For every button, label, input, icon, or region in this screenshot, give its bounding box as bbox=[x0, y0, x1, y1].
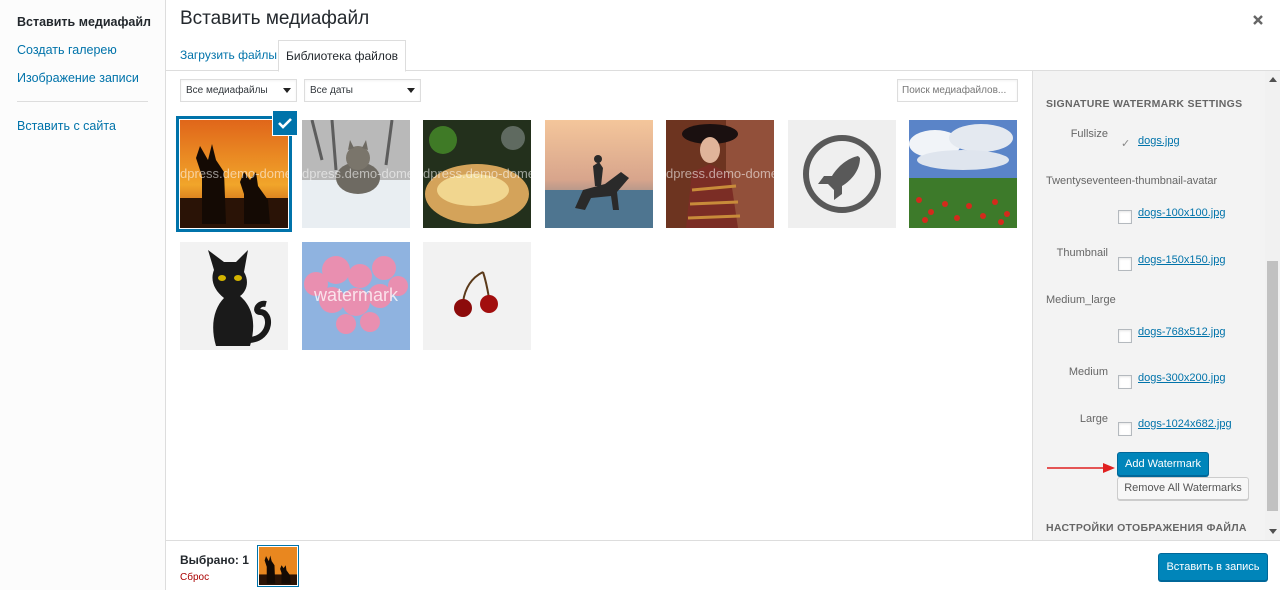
filter-type-select[interactable]: Все медиафайлы bbox=[180, 79, 297, 102]
attachment-blossoms[interactable]: watermark bbox=[302, 242, 410, 350]
dogs-sunset-image bbox=[180, 120, 288, 228]
cherry-icon bbox=[423, 242, 531, 350]
size-label-medium-large: Medium_large bbox=[1046, 294, 1116, 306]
sidebar-scrollbar[interactable] bbox=[1265, 71, 1280, 540]
attachment-cherries[interactable] bbox=[423, 242, 531, 350]
remove-all-watermarks-button[interactable]: Remove All Watermarks bbox=[1117, 477, 1249, 500]
cat-snow-image bbox=[302, 120, 410, 228]
attachment-black-cat[interactable] bbox=[180, 242, 288, 350]
menu-item-insert-from-url[interactable]: Вставить с сайта bbox=[0, 112, 165, 140]
file-link-avatar[interactable]: dogs-100x100.jpg bbox=[1138, 207, 1225, 219]
file-link-medium[interactable]: dogs-300x200.jpg bbox=[1138, 372, 1225, 384]
attachment-woman[interactable]: dpress.demo-dome bbox=[666, 120, 774, 228]
file-link-thumbnail[interactable]: dogs-150x150.jpg bbox=[1138, 254, 1225, 266]
tab-media-library[interactable]: Библиотека файлов bbox=[278, 40, 407, 72]
size-checkbox-medium[interactable] bbox=[1118, 375, 1132, 389]
search-placeholder: Поиск медиафайлов... bbox=[902, 85, 1007, 96]
selection-count: Выбрано: 1 bbox=[180, 553, 249, 567]
media-menu: Вставить медиафайл Создать галерею Изобр… bbox=[0, 0, 166, 590]
size-label-thumbnail: Thumbnail bbox=[1056, 247, 1108, 259]
search-input[interactable]: Поиск медиафайлов... bbox=[897, 79, 1018, 102]
attachment-dogs[interactable]: dpress.demo-dome bbox=[180, 120, 288, 228]
dogs-mini-image bbox=[259, 547, 297, 585]
size-label-fullsize: Fullsize bbox=[1070, 128, 1108, 140]
selected-check-icon[interactable] bbox=[273, 111, 297, 135]
menu-item-insert-media[interactable]: Вставить медиафайл bbox=[0, 8, 165, 36]
filter-date-value: Все даты bbox=[310, 85, 353, 96]
watermark-settings-heading: SIGNATURE WATERMARK SETTINGS bbox=[1046, 98, 1243, 110]
filter-date-select[interactable]: Все даты bbox=[304, 79, 421, 102]
menu-item-create-gallery[interactable]: Создать галерею bbox=[0, 36, 165, 64]
woman-image bbox=[666, 120, 774, 228]
attachment-horse-rider[interactable] bbox=[545, 120, 653, 228]
media-toolbar-footer: Выбрано: 1 Сброс Вставить в запись bbox=[166, 540, 1280, 590]
attachment-food[interactable]: dpress.demo-dome bbox=[423, 120, 531, 228]
black-cat-image bbox=[180, 242, 288, 350]
food-image bbox=[423, 120, 531, 228]
size-label-medium: Medium bbox=[1068, 366, 1108, 378]
file-link-medium-large[interactable]: dogs-768x512.jpg bbox=[1138, 326, 1225, 338]
rocket-icon bbox=[788, 120, 896, 228]
media-router: Загрузить файлы Библиотека файлов bbox=[166, 40, 1280, 72]
scroll-down-icon[interactable] bbox=[1269, 529, 1277, 534]
size-checkbox-medium-large[interactable] bbox=[1118, 329, 1132, 343]
filter-type-value: Все медиафайлы bbox=[186, 85, 268, 96]
frame-title-bar: Вставить медиафайл bbox=[166, 0, 1280, 40]
file-link-fullsize[interactable]: dogs.jpg bbox=[1138, 135, 1180, 147]
close-icon[interactable] bbox=[1250, 12, 1266, 28]
reset-link[interactable]: Сброс bbox=[180, 572, 209, 583]
size-label-large: Large bbox=[1079, 413, 1108, 425]
attachment-poppy-field[interactable] bbox=[909, 120, 1017, 228]
check-mark-icon: ✓ bbox=[1121, 138, 1131, 150]
attachment-rocket-logo[interactable] bbox=[788, 120, 896, 228]
file-link-large[interactable]: dogs-1024x682.jpg bbox=[1138, 418, 1232, 430]
size-label-avatar: Twentyseventeen-thumbnail-avatar bbox=[1046, 175, 1218, 187]
page-title: Вставить медиафайл bbox=[180, 8, 370, 29]
field-image bbox=[909, 120, 1017, 228]
attachment-cat-snow[interactable]: dpress.demo-dome bbox=[302, 120, 410, 228]
chevron-down-icon bbox=[283, 88, 291, 93]
size-checkbox-avatar[interactable] bbox=[1118, 210, 1132, 224]
blossom-image bbox=[302, 242, 410, 350]
size-checkbox-large[interactable] bbox=[1118, 422, 1132, 436]
selected-thumbnail[interactable] bbox=[259, 547, 297, 585]
display-settings-heading: НАСТРОЙКИ ОТОБРАЖЕНИЯ ФАЙЛА bbox=[1046, 522, 1247, 534]
red-arrow-icon bbox=[1047, 463, 1115, 473]
menu-separator bbox=[17, 101, 148, 102]
scrollbar-thumb[interactable] bbox=[1267, 261, 1278, 511]
size-checkbox-thumbnail[interactable] bbox=[1118, 257, 1132, 271]
scroll-up-icon[interactable] bbox=[1269, 77, 1277, 82]
add-watermark-button[interactable]: Add Watermark bbox=[1117, 452, 1209, 476]
menu-item-featured-image[interactable]: Изображение записи bbox=[0, 64, 165, 92]
horse-sea-image bbox=[545, 120, 653, 228]
insert-into-post-button[interactable]: Вставить в запись bbox=[1158, 553, 1268, 581]
chevron-down-icon bbox=[407, 88, 415, 93]
tab-upload-files[interactable]: Загрузить файлы bbox=[173, 40, 284, 71]
